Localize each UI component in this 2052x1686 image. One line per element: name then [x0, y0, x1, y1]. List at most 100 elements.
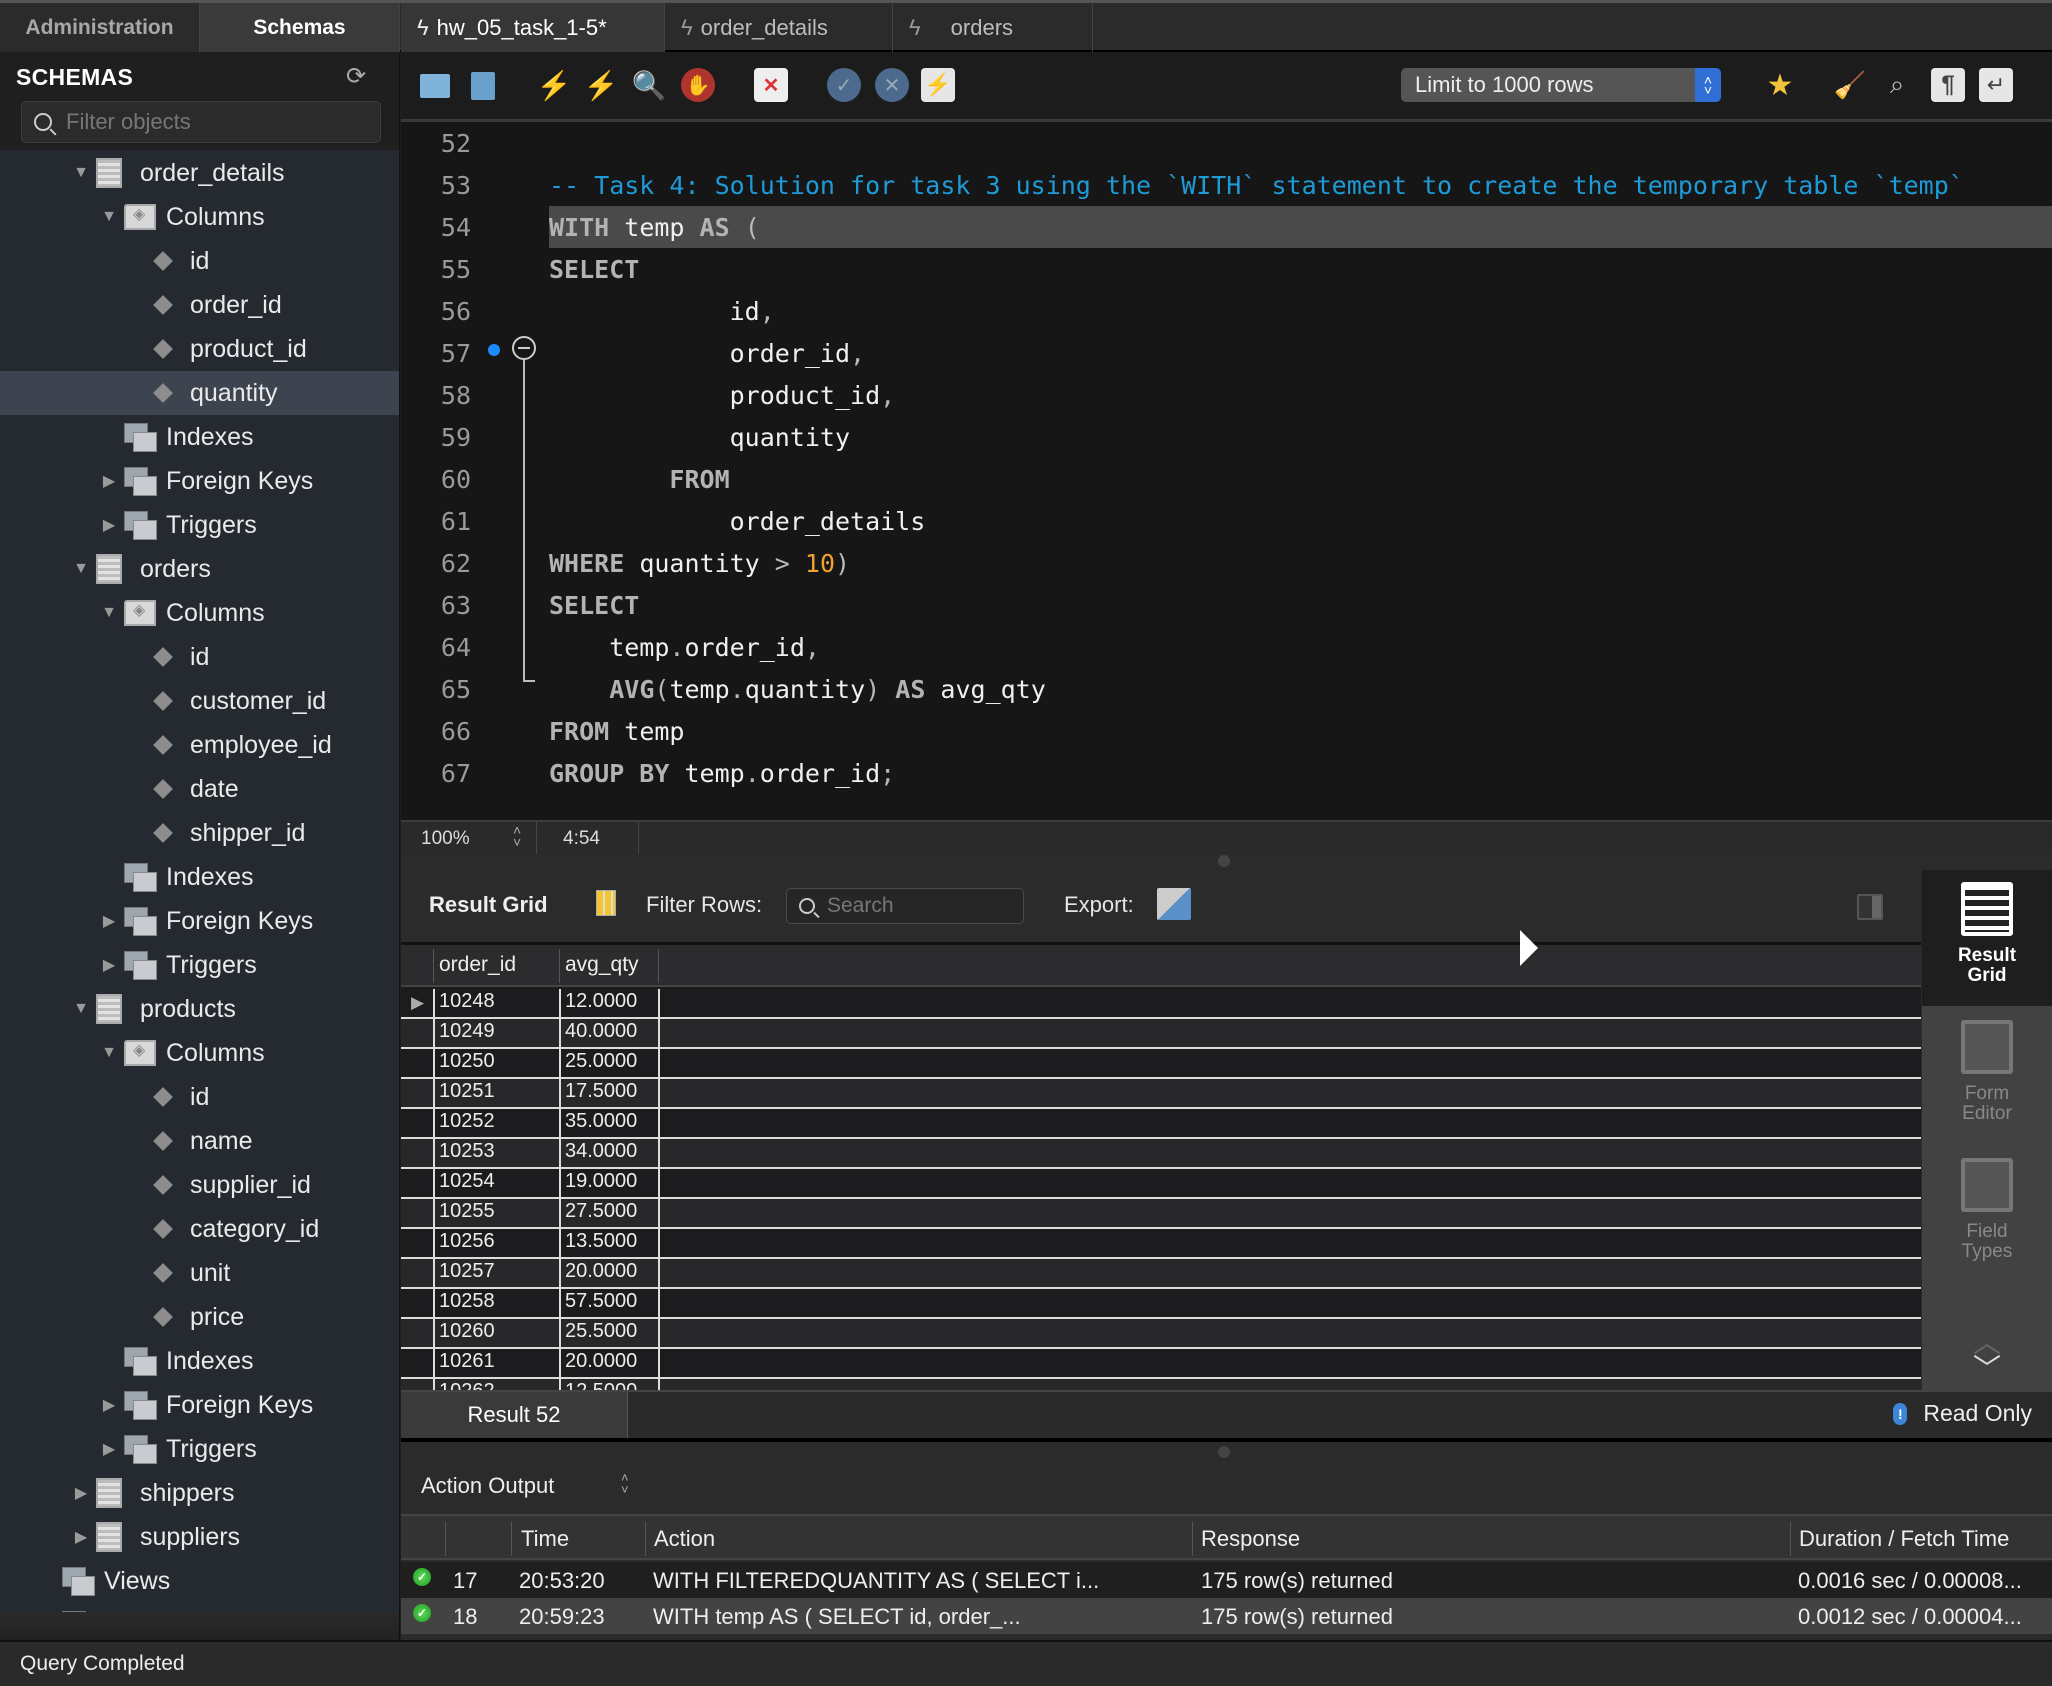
- table-row[interactable]: 10262 12.5000: [401, 1379, 1921, 1390]
- select-arrows-icon[interactable]: ˄ ˅: [621, 1471, 629, 1496]
- code-line[interactable]: 54 WITH temp AS (: [401, 206, 2052, 248]
- collapsed-arrow-icon[interactable]: ▶: [100, 955, 118, 975]
- tree-item-quantity[interactable]: quantity: [0, 371, 399, 415]
- tree-item-order-id[interactable]: order_id: [0, 283, 399, 327]
- cell-order-id[interactable]: 10261: [439, 1350, 495, 1373]
- tree-item-shippers[interactable]: ▶ shippers: [0, 1471, 399, 1515]
- tree-item-orders[interactable]: ▼ orders: [0, 547, 399, 591]
- expanded-arrow-icon[interactable]: ▼: [72, 1000, 90, 1018]
- table-row[interactable]: 10257 20.0000: [401, 1259, 1921, 1289]
- tree-item-category-id[interactable]: category_id: [0, 1207, 399, 1251]
- code-line[interactable]: 59 quantity: [401, 416, 2052, 458]
- cell-order-id[interactable]: 10260: [439, 1320, 495, 1343]
- autocommit-icon[interactable]: ⚡: [921, 68, 955, 102]
- invisible-chars-icon[interactable]: ¶: [1931, 68, 1965, 102]
- code-line[interactable]: 62 WHERE quantity > 10): [401, 542, 2052, 584]
- table-row[interactable]: ▶ 10248 12.0000: [401, 989, 1921, 1019]
- add-snippet-icon[interactable]: ★: [1763, 68, 1797, 102]
- side-result-grid-button[interactable]: Result Grid: [1922, 870, 2052, 1006]
- execute-icon[interactable]: ⚡: [537, 68, 572, 102]
- table-row[interactable]: 10253 34.0000: [401, 1139, 1921, 1169]
- cell-avg-qty[interactable]: 13.5000: [565, 1230, 637, 1253]
- editor-result-splitter[interactable]: [1218, 855, 1230, 867]
- cell-order-id[interactable]: 10249: [439, 1020, 495, 1043]
- beautify-icon[interactable]: 🧹: [1833, 68, 1867, 102]
- tree-item-id[interactable]: id: [0, 239, 399, 283]
- tree-item-triggers[interactable]: ▶ Triggers: [0, 943, 399, 987]
- code-line[interactable]: 53 -- Task 4: Solution for task 3 using t…: [401, 164, 2052, 206]
- code-line[interactable]: 61 order_details: [401, 500, 2052, 542]
- cell-order-id[interactable]: 10254: [439, 1170, 495, 1193]
- cell-avg-qty[interactable]: 12.5000: [565, 1380, 637, 1390]
- cell-avg-qty[interactable]: 17.5000: [565, 1080, 637, 1103]
- code-line[interactable]: 67 GROUP BY temp. order_id;: [401, 752, 2052, 794]
- word-wrap-icon[interactable]: ↵: [1979, 68, 2013, 102]
- expanded-arrow-icon[interactable]: ▼: [100, 208, 118, 226]
- expanded-arrow-icon[interactable]: ▼: [72, 164, 90, 182]
- cell-avg-qty[interactable]: 20.0000: [565, 1260, 637, 1283]
- table-row[interactable]: 10249 40.0000: [401, 1019, 1921, 1049]
- cell-avg-qty[interactable]: 19.0000: [565, 1170, 637, 1193]
- open-folder-icon[interactable]: [420, 74, 450, 98]
- code-line[interactable]: 56 id,: [401, 290, 2052, 332]
- filter-rows-input[interactable]: [827, 894, 1017, 918]
- tree-item-price[interactable]: price: [0, 1295, 399, 1339]
- refresh-icon[interactable]: ⟳: [346, 62, 366, 91]
- table-row[interactable]: 10256 13.5000: [401, 1229, 1921, 1259]
- cell-order-id[interactable]: 10253: [439, 1140, 495, 1163]
- table-row[interactable]: 10255 27.5000: [401, 1199, 1921, 1229]
- code-line[interactable]: 52: [401, 122, 2052, 164]
- code-line[interactable]: 63 SELECT: [401, 584, 2052, 626]
- filter-objects-input[interactable]: [66, 109, 366, 135]
- expanded-arrow-icon[interactable]: ▼: [72, 560, 90, 578]
- result-tab[interactable]: Result 52: [401, 1392, 628, 1438]
- expanded-arrow-icon[interactable]: ▼: [100, 604, 118, 622]
- tree-item-views[interactable]: Views: [0, 1559, 399, 1603]
- column-header-duration[interactable]: Duration / Fetch Time: [1799, 1526, 2009, 1552]
- cell-avg-qty[interactable]: 25.5000: [565, 1320, 637, 1343]
- tree-item-foreign-keys[interactable]: ▶ Foreign Keys: [0, 899, 399, 943]
- tree-item-date[interactable]: date: [0, 767, 399, 811]
- tree-item-indexes[interactable]: Indexes: [0, 855, 399, 899]
- sql-editor[interactable]: 52 53 -- Task 4: Solution for task 3 using…: [401, 122, 2052, 820]
- tree-item-name[interactable]: name: [0, 1119, 399, 1163]
- collapsed-arrow-icon[interactable]: ▶: [100, 911, 118, 931]
- collapsed-arrow-icon[interactable]: ▶: [100, 1395, 118, 1415]
- fold-toggle-icon[interactable]: [512, 336, 536, 360]
- side-form-editor-button[interactable]: Form Editor: [1922, 1008, 2052, 1144]
- collapsed-arrow-icon[interactable]: ▶: [72, 1483, 90, 1503]
- editor-tab-hw05[interactable]: ϟ hw_05_task_1-5*: [401, 3, 665, 52]
- cell-order-id[interactable]: 10255: [439, 1200, 495, 1223]
- tree-item-columns[interactable]: ▼ Columns: [0, 195, 399, 239]
- tree-item-id[interactable]: id: [0, 1075, 399, 1119]
- toggle-panel-icon[interactable]: [1857, 894, 1883, 920]
- execute-current-icon[interactable]: ⚡: [584, 68, 619, 102]
- cell-order-id[interactable]: 10258: [439, 1290, 495, 1313]
- table-row[interactable]: 10261 20.0000: [401, 1349, 1921, 1379]
- side-field-types-button[interactable]: Field Types: [1922, 1146, 2052, 1282]
- find-icon[interactable]: ⌕: [1880, 68, 1914, 102]
- cell-avg-qty[interactable]: 34.0000: [565, 1140, 637, 1163]
- tree-item-foreign-keys[interactable]: ▶ Foreign Keys: [0, 1383, 399, 1427]
- tree-item-triggers[interactable]: ▶ Triggers: [0, 503, 399, 547]
- code-line[interactable]: 55 SELECT: [401, 248, 2052, 290]
- cell-order-id[interactable]: 10252: [439, 1110, 495, 1133]
- tree-item-indexes[interactable]: Indexes: [0, 415, 399, 459]
- collapsed-arrow-icon[interactable]: ▶: [72, 1527, 90, 1547]
- code-line[interactable]: 57 order_id,: [401, 332, 2052, 374]
- editor-tab-orders[interactable]: ϟ orders: [893, 3, 1093, 52]
- tree-item-suppliers[interactable]: ▶ suppliers: [0, 1515, 399, 1559]
- cell-order-id[interactable]: 10257: [439, 1260, 495, 1283]
- cell-order-id[interactable]: 10251: [439, 1080, 495, 1103]
- collapsed-arrow-icon[interactable]: ▶: [100, 471, 118, 491]
- code-line[interactable]: 60 FROM: [401, 458, 2052, 500]
- cell-avg-qty[interactable]: 25.0000: [565, 1050, 637, 1073]
- table-row[interactable]: 10254 19.0000: [401, 1169, 1921, 1199]
- editor-tab-order-details[interactable]: ϟ order_details: [665, 3, 893, 52]
- code-line[interactable]: 66 FROM temp: [401, 710, 2052, 752]
- column-header-avg-qty[interactable]: avg_qty: [565, 953, 639, 977]
- tree-item-unit[interactable]: unit: [0, 1251, 399, 1295]
- tab-schemas[interactable]: Schemas: [200, 3, 400, 52]
- table-row[interactable]: 10252 35.0000: [401, 1109, 1921, 1139]
- cell-order-id[interactable]: 10256: [439, 1230, 495, 1253]
